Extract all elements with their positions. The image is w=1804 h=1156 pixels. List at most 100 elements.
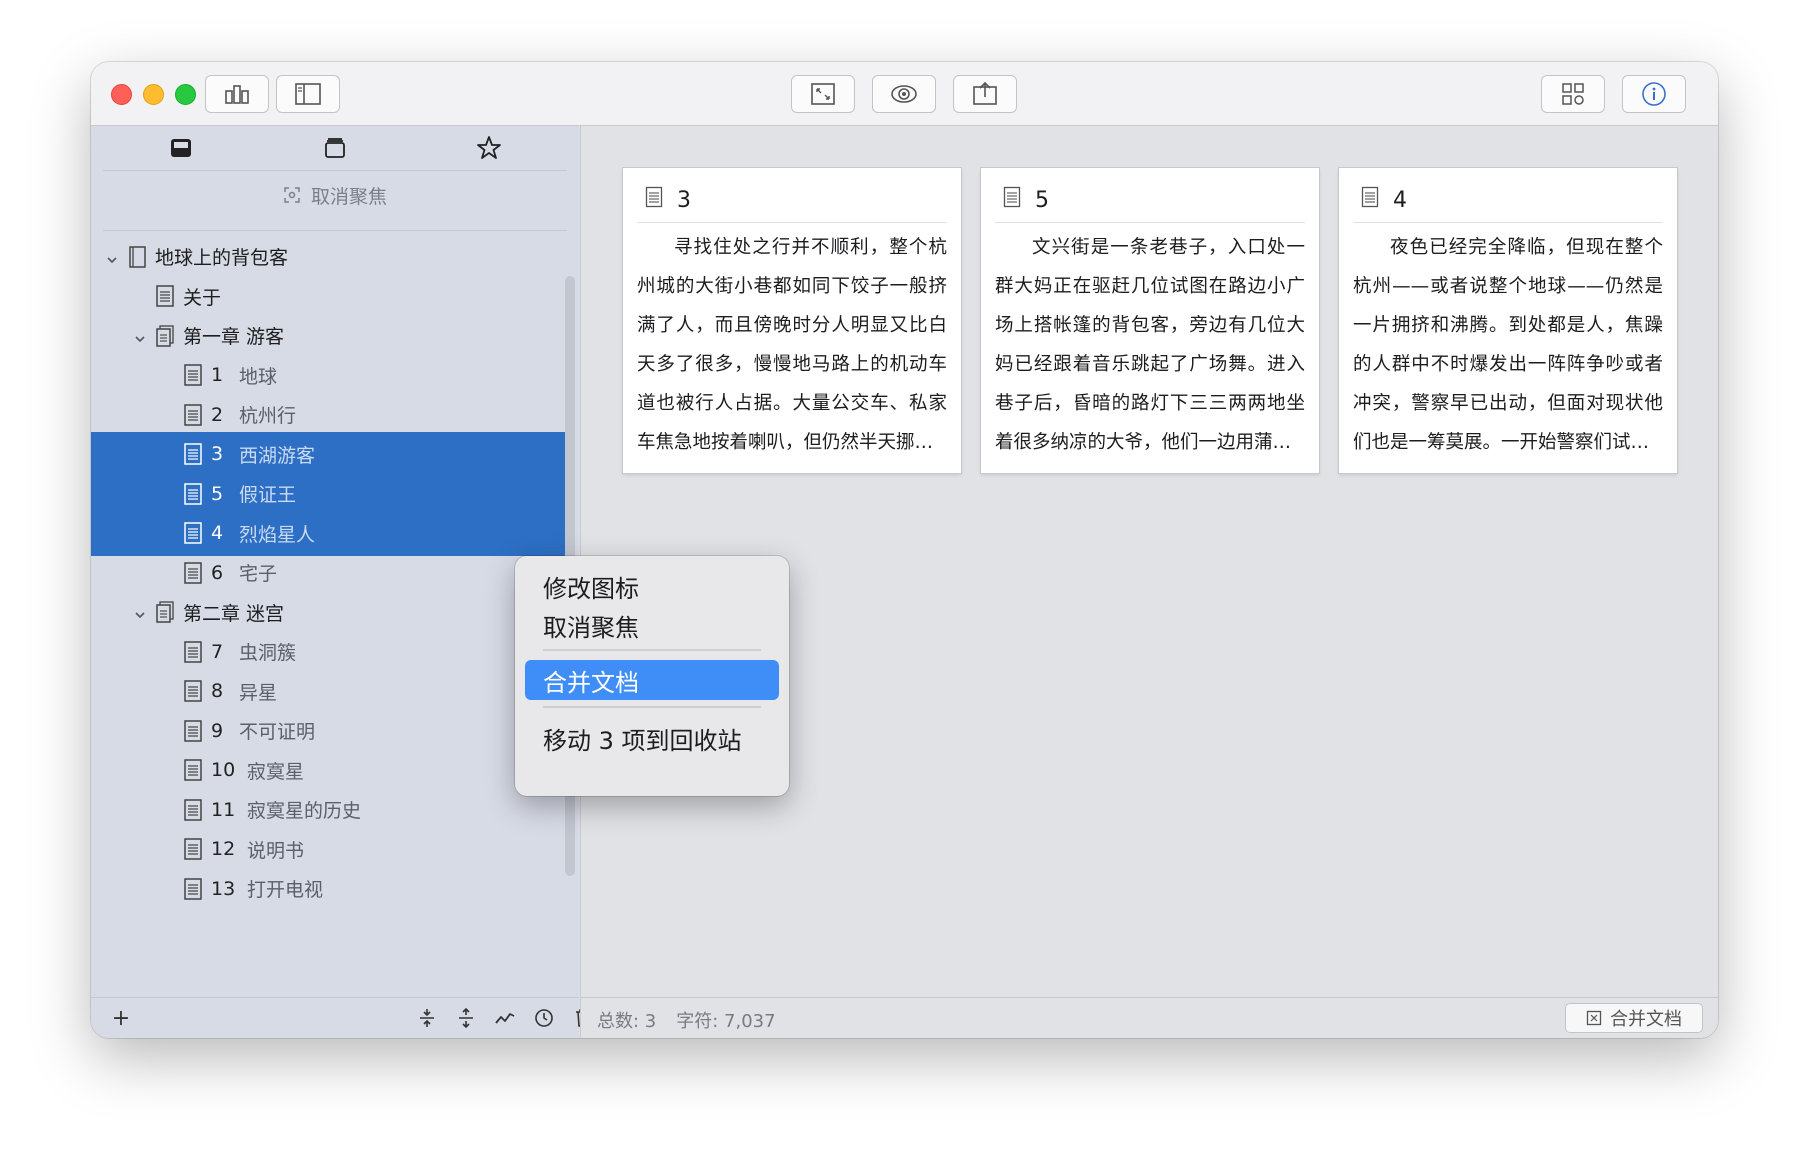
document-icon (1361, 186, 1379, 214)
grid-shapes-icon (1562, 83, 1584, 105)
toggle-sidebar-button[interactable] (276, 75, 340, 113)
sidebar-toggle-icon (295, 83, 321, 105)
tree-doc-row[interactable]: 6 宅子 (91, 550, 565, 595)
add-label: + (111, 1005, 131, 1031)
card-header: 3 (645, 180, 691, 220)
tree-item-number: 8 (211, 680, 224, 702)
chevron-down-icon[interactable] (105, 250, 119, 264)
add-button[interactable]: + (109, 1005, 133, 1031)
tree-item-label: 地球上的背包客 (155, 247, 289, 269)
stats-chart-icon (495, 1013, 515, 1024)
tree-doc-row[interactable]: 8 异星 (91, 669, 565, 714)
card-divider (995, 222, 1305, 223)
tree-item-number: 3 (211, 443, 224, 465)
document-icon (183, 798, 203, 822)
merge-button-label: 合并文档 (1610, 1009, 1682, 1030)
layout-button[interactable] (1541, 75, 1605, 113)
menu-item-merge-documents[interactable]: 合并文档 (525, 660, 779, 700)
share-icon (973, 81, 997, 105)
tab-archive[interactable] (321, 134, 349, 162)
tree-item-number: 13 (211, 877, 236, 900)
chevron-down-icon[interactable] (133, 605, 147, 619)
tree-doc-row[interactable]: 5 假证王 (91, 471, 565, 516)
tree-doc-row[interactable]: 关于 (91, 274, 565, 319)
tree-doc-row[interactable]: 4 烈焰星人 (91, 510, 565, 556)
menu-separator (543, 706, 761, 708)
document-icon (183, 679, 203, 703)
sidebar-footer: + (91, 997, 590, 1038)
document-icon (183, 442, 203, 466)
tree-doc-row[interactable]: 12 说明书 (91, 827, 565, 872)
tab-inbox[interactable] (167, 134, 195, 162)
menu-item-move-to-trash[interactable]: 移动 3 项到回收站 (525, 718, 779, 758)
card-title: 3 (677, 187, 691, 213)
index-card[interactable]: 5 文兴街是一条老巷子，入口处一群大妈正在驱赶几位试图在路边小广场上搭帐篷的背包客… (981, 168, 1319, 473)
document-icon (183, 561, 203, 585)
tree-item-label: 打开电视 (247, 879, 324, 901)
card-synopsis: 寻找住处之行并不顺利，整个杭州城的大街小巷都如同下饺子一般挤满了人，而且傍晚时分… (637, 237, 947, 453)
tree-item-label: 寂寞星 (247, 760, 305, 783)
unfocus-button[interactable]: 取消聚焦 (91, 177, 579, 213)
tree-doc-row[interactable]: 2 杭州行 (91, 392, 565, 437)
menu-item-label: 移动 3 项到回收站 (543, 726, 742, 755)
sidebar-divider (103, 170, 567, 171)
tree-item-label: 假证王 (239, 484, 297, 506)
tree-doc-row[interactable]: 11 寂寞星的历史 (91, 787, 565, 832)
card-header: 5 (1003, 180, 1049, 220)
status-bar: 总数: 3 字符: 7,037 合并文档 (581, 997, 1718, 1038)
card-title: 4 (1393, 187, 1407, 213)
tree-doc-row[interactable]: 7 虫洞簇 (91, 629, 565, 674)
tab-favorites[interactable] (475, 134, 503, 162)
statistics-button[interactable] (493, 1006, 517, 1030)
tree-doc-row[interactable]: 10 寂寞星 (91, 748, 565, 793)
fullscreen-icon (811, 83, 835, 105)
merge-documents-button[interactable]: 合并文档 (1565, 1003, 1703, 1033)
group-button[interactable] (205, 75, 269, 113)
document-icon (127, 245, 147, 269)
tree-item-number: 9 (211, 719, 224, 742)
expand-all-button[interactable] (415, 1006, 439, 1030)
app-window: 取消聚焦 地球上的背包客 关于 第一章 游客 1 地球 2 杭州行 3 西湖游客 5 假证王 4 烈焰星… (91, 62, 1718, 1038)
tree-doc-row[interactable]: 1 地球 (91, 353, 565, 398)
index-card[interactable]: 4 夜色已经完全降临，但现在整个杭州——或者说整个地球——仍然是一片拥挤和沸腾。到… (1339, 168, 1677, 473)
preview-button[interactable] (872, 75, 936, 113)
tree-item-number: 1 (211, 364, 224, 386)
document-icon (183, 758, 203, 782)
card-divider (1353, 222, 1663, 223)
tree-doc-row[interactable]: 13 打开电视 (91, 866, 565, 911)
document-icon (183, 837, 203, 861)
document-icon (183, 640, 203, 664)
tree-item-label: 西湖游客 (239, 444, 316, 467)
document-icon (183, 521, 203, 545)
collapse-all-button[interactable] (454, 1006, 478, 1030)
tree-folder-row[interactable]: 地球上的背包客 (91, 234, 565, 279)
close-window-button[interactable] (111, 84, 132, 105)
collapse-all-icon (459, 1007, 473, 1029)
tree-item-label: 地球 (239, 365, 278, 388)
tree-item-label: 关于 (183, 286, 222, 309)
char-count: 字符: 7,037 (676, 1011, 776, 1032)
tree-item-number: 11 (211, 798, 236, 821)
document-icon (183, 877, 203, 901)
zoom-window-button[interactable] (175, 84, 196, 105)
tree-item-label: 杭州行 (239, 405, 297, 427)
document-icon (1003, 186, 1021, 214)
tree-doc-row[interactable]: 3 西湖游客 (91, 431, 565, 477)
document-icon (183, 363, 203, 387)
document-icon (155, 284, 175, 308)
document-icon (155, 324, 175, 348)
chevron-down-icon[interactable] (133, 329, 147, 343)
history-button[interactable] (532, 1006, 556, 1030)
card-synopsis: 文兴街是一条老巷子，入口处一群大妈正在驱赶几位试图在路边小广场上搭帐篷的背包客，… (995, 237, 1305, 453)
menu-item-change-icon[interactable]: 修改图标 (525, 566, 779, 606)
index-card[interactable]: 3 寻找住处之行并不顺利，整个杭州城的大街小巷都如同下饺子一般挤满了人，而且傍晚时… (623, 168, 961, 473)
tree-folder-row[interactable]: 第一章 游客 (91, 313, 565, 358)
document-icon (183, 719, 203, 743)
tree-doc-row[interactable]: 9 不可证明 (91, 708, 565, 753)
share-button[interactable] (953, 75, 1017, 113)
minimize-window-button[interactable] (143, 84, 164, 105)
fullscreen-button[interactable] (791, 75, 855, 113)
menu-item-unfocus[interactable]: 取消聚焦 (525, 605, 779, 645)
tree-folder-row[interactable]: 第二章 迷宫 (91, 590, 565, 635)
info-button[interactable] (1622, 75, 1686, 113)
